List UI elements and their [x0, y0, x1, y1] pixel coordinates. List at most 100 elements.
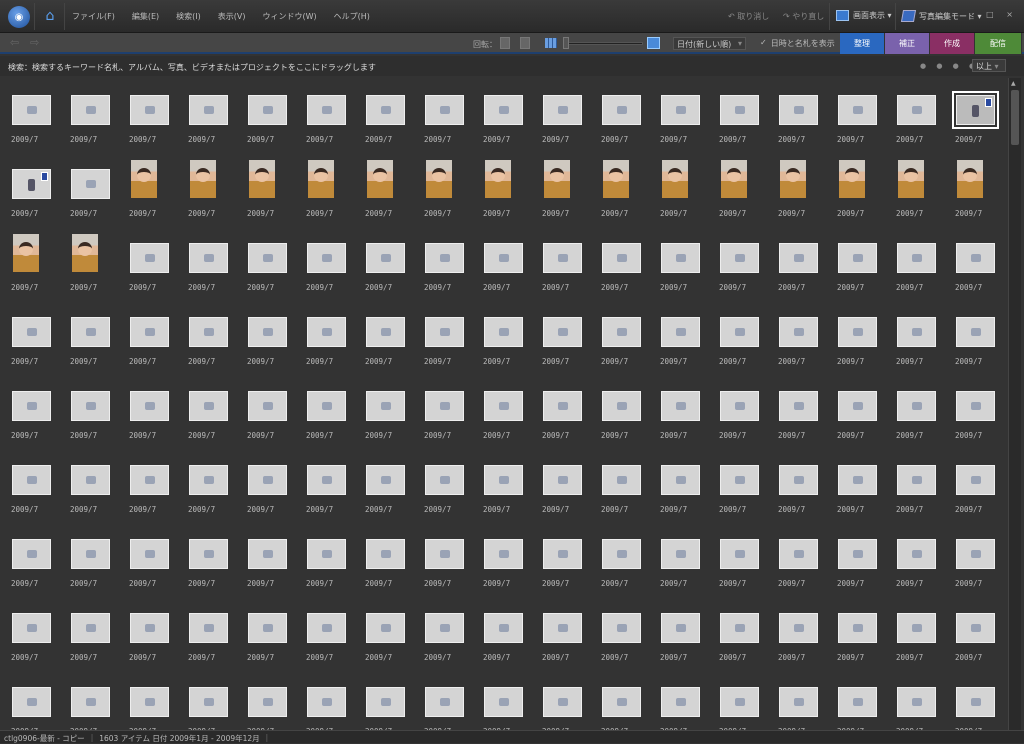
thumbnail-item[interactable]: 2009/7	[472, 300, 531, 374]
placeholder-thumbnail[interactable]	[897, 243, 936, 273]
placeholder-thumbnail[interactable]	[720, 243, 759, 273]
large-thumbnail-icon[interactable]	[647, 37, 660, 49]
thumbnail-item[interactable]: 2009/7	[413, 522, 472, 596]
thumbnail-item[interactable]: 2009/7	[531, 374, 590, 448]
scrollbar-thumb[interactable]	[1011, 90, 1019, 145]
placeholder-thumbnail[interactable]	[307, 687, 346, 717]
slider-handle[interactable]	[563, 37, 569, 49]
thumbnail-item[interactable]: 2009/7	[885, 226, 944, 300]
thumbnail-item[interactable]: 2009/7	[767, 448, 826, 522]
placeholder-thumbnail[interactable]	[543, 613, 582, 643]
thumbnail-item[interactable]: 2009/7	[826, 596, 885, 670]
placeholder-thumbnail[interactable]	[366, 613, 405, 643]
placeholder-thumbnail[interactable]	[425, 95, 464, 125]
camera-icon[interactable]: ◉	[8, 6, 30, 28]
thumbnail-item[interactable]: 2009/7	[708, 374, 767, 448]
back-arrow-icon[interactable]: ⇦	[10, 36, 19, 49]
placeholder-thumbnail[interactable]	[720, 539, 759, 569]
placeholder-thumbnail[interactable]	[71, 687, 110, 717]
menu-file[interactable]: ファイル(F)	[72, 11, 115, 22]
placeholder-thumbnail[interactable]	[130, 687, 169, 717]
thumbnail-item[interactable]: 2009/7	[413, 596, 472, 670]
photo-thumbnail[interactable]	[72, 234, 98, 272]
thumbnail-item[interactable]: 2009/7	[118, 596, 177, 670]
photo-thumbnail[interactable]	[131, 160, 157, 198]
placeholder-thumbnail[interactable]	[956, 465, 995, 495]
placeholder-thumbnail[interactable]	[720, 95, 759, 125]
thumbnail-item[interactable]: 2009/7	[236, 226, 295, 300]
thumbnail-item[interactable]: 2009/7	[236, 300, 295, 374]
thumbnail-item[interactable]: 2009/7	[472, 448, 531, 522]
thumbnail-item[interactable]: 2009/7	[118, 670, 177, 730]
placeholder-thumbnail[interactable]	[720, 391, 759, 421]
thumbnail-item[interactable]: 2009/7	[944, 596, 1003, 670]
thumbnail-item[interactable]: 2009/7	[413, 374, 472, 448]
thumbnail-item[interactable]: 2009/7	[354, 226, 413, 300]
thumbnail-item[interactable]: 2009/7	[767, 596, 826, 670]
placeholder-thumbnail[interactable]	[130, 391, 169, 421]
thumbnail-item[interactable]: 2009/7	[708, 448, 767, 522]
thumbnail-item[interactable]: 2009/7	[413, 226, 472, 300]
vertical-scrollbar[interactable]: ▲	[1008, 78, 1021, 730]
thumbnail-item[interactable]: 2009/7	[472, 670, 531, 730]
thumbnail-item[interactable]: 2009/7	[590, 596, 649, 670]
thumbnail-item[interactable]: 2009/7	[649, 152, 708, 226]
placeholder-thumbnail[interactable]	[484, 95, 523, 125]
photo-thumbnail[interactable]	[426, 160, 452, 198]
rotate-left-icon[interactable]	[500, 37, 510, 49]
placeholder-thumbnail[interactable]	[838, 391, 877, 421]
placeholder-thumbnail[interactable]	[130, 243, 169, 273]
thumbnail-item[interactable]: 2009/7	[236, 78, 295, 152]
placeholder-thumbnail[interactable]	[248, 613, 287, 643]
thumbnail-item[interactable]: 2009/7	[708, 670, 767, 730]
placeholder-thumbnail[interactable]	[366, 243, 405, 273]
placeholder-thumbnail[interactable]	[307, 317, 346, 347]
placeholder-thumbnail[interactable]	[130, 95, 169, 125]
thumbnail-item[interactable]: 2009/7	[295, 522, 354, 596]
placeholder-thumbnail[interactable]	[366, 317, 405, 347]
placeholder-thumbnail[interactable]	[189, 687, 228, 717]
photo-thumbnail[interactable]	[780, 160, 806, 198]
placeholder-thumbnail[interactable]	[720, 613, 759, 643]
placeholder-thumbnail[interactable]	[71, 169, 110, 199]
placeholder-thumbnail[interactable]	[838, 95, 877, 125]
placeholder-thumbnail[interactable]	[543, 317, 582, 347]
thumbnail-size-slider[interactable]	[563, 42, 643, 45]
thumbnail-item[interactable]: 2009/7	[826, 522, 885, 596]
thumbnail-item[interactable]: 2009/7	[59, 226, 118, 300]
placeholder-thumbnail[interactable]	[661, 465, 700, 495]
thumbnail-item[interactable]: 2009/7	[236, 522, 295, 596]
home-icon[interactable]: ⌂	[42, 8, 58, 24]
placeholder-thumbnail[interactable]	[248, 243, 287, 273]
thumbnail-item[interactable]: 2009/7	[531, 152, 590, 226]
show-date-tags-checkbox[interactable]: ✓ 日時と名札を表示	[760, 38, 835, 49]
placeholder-thumbnail[interactable]	[956, 613, 995, 643]
thumbnail-item[interactable]: 2009/7	[767, 374, 826, 448]
thumbnail-item[interactable]: 2009/7	[295, 226, 354, 300]
thumbnail-item[interactable]: 2009/7	[0, 300, 59, 374]
photo-thumbnail[interactable]	[957, 160, 983, 198]
thumbnail-item[interactable]: 2009/7	[531, 78, 590, 152]
thumbnail-item[interactable]: 2009/7	[177, 522, 236, 596]
placeholder-thumbnail[interactable]	[956, 687, 995, 717]
placeholder-thumbnail[interactable]	[307, 391, 346, 421]
thumbnail-item[interactable]: 2009/7	[118, 374, 177, 448]
thumbnail-item[interactable]: 2009/7	[59, 374, 118, 448]
thumbnail-item[interactable]: 2009/7	[118, 226, 177, 300]
photo-thumbnail[interactable]	[485, 160, 511, 198]
thumbnail-item[interactable]: 2009/7	[0, 226, 59, 300]
placeholder-thumbnail[interactable]	[720, 317, 759, 347]
thumbnail-item[interactable]: 2009/7	[708, 78, 767, 152]
thumbnail-item[interactable]: 2009/7	[826, 152, 885, 226]
thumbnail-item[interactable]: 2009/7	[472, 152, 531, 226]
placeholder-thumbnail[interactable]	[189, 243, 228, 273]
thumbnail-item[interactable]: 2009/7	[295, 300, 354, 374]
placeholder-thumbnail[interactable]	[779, 539, 818, 569]
thumbnail-item[interactable]: 2009/7	[649, 522, 708, 596]
placeholder-thumbnail[interactable]	[12, 95, 51, 125]
placeholder-thumbnail[interactable]	[602, 613, 641, 643]
thumbnail-item[interactable]: 2009/7	[767, 226, 826, 300]
placeholder-thumbnail[interactable]	[543, 95, 582, 125]
thumbnail-item[interactable]: 2009/7	[354, 448, 413, 522]
thumbnail-item[interactable]: 2009/7	[885, 300, 944, 374]
